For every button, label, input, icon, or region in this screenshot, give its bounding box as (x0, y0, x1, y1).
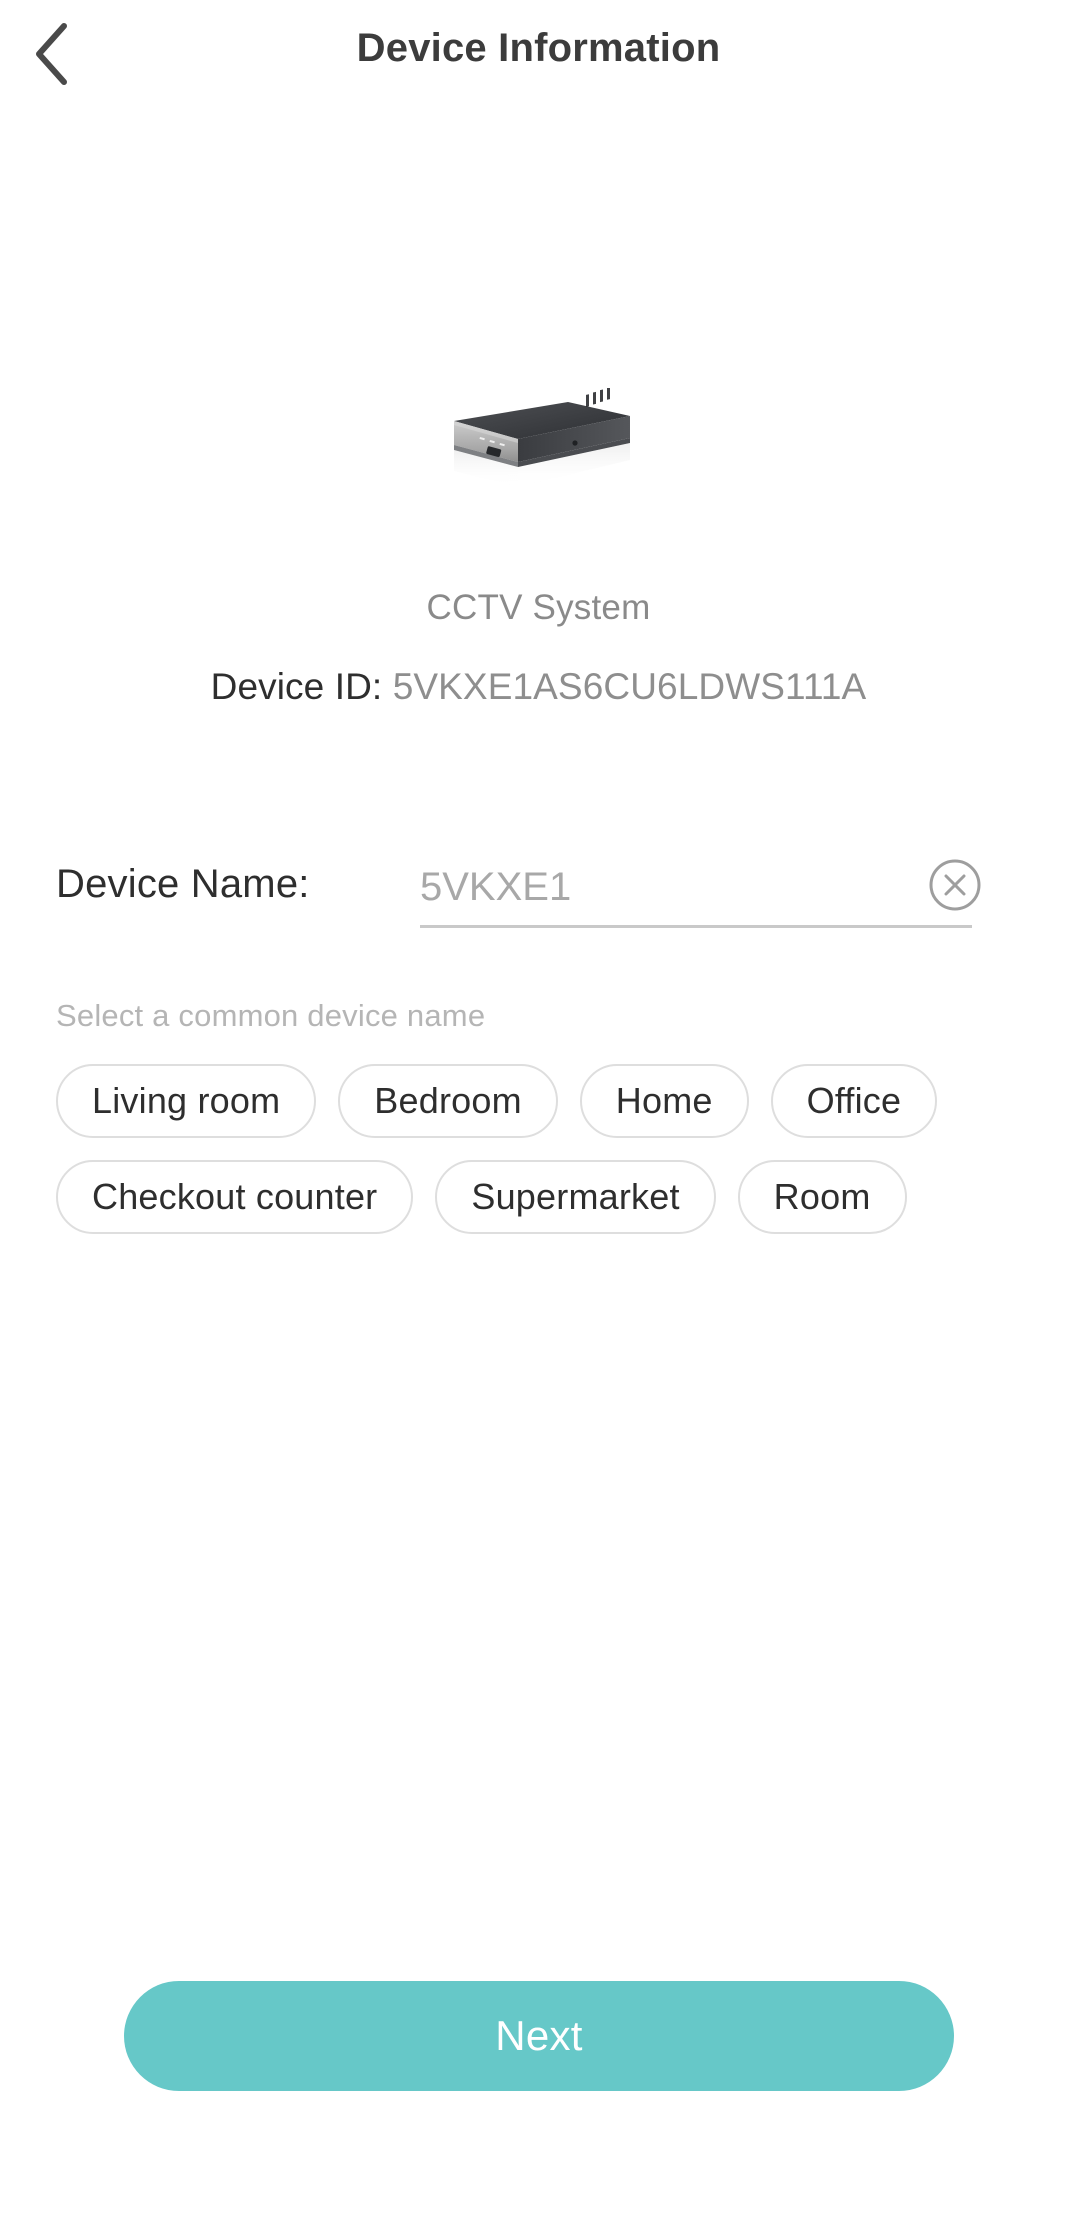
clear-circle-x-icon (927, 857, 983, 913)
suggestion-chip[interactable]: Home (579, 1064, 749, 1138)
clear-input-button[interactable] (920, 850, 990, 920)
device-id-value: 5VKXE1AS6CU6LDWS111A (392, 666, 867, 707)
device-information-screen: Device Information CCTV System Device ID… (0, 0, 1077, 2216)
device-type-label: CCTV System (426, 588, 651, 627)
suggestion-chip[interactable]: Bedroom (338, 1064, 558, 1138)
app-header: Device Information (0, 0, 1077, 108)
suggestion-chip[interactable]: Checkout counter (56, 1160, 414, 1234)
page-title: Device Information (356, 26, 721, 70)
suggestion-chip-list: Living room Bedroom Home Office Checkout… (56, 1064, 1016, 1234)
device-name-input[interactable] (420, 854, 890, 920)
device-name-row: Device Name: (0, 848, 1077, 948)
suggestion-chip[interactable]: Office (770, 1064, 938, 1138)
suggestions-hint: Select a common device name (56, 998, 486, 1033)
device-image (0, 388, 1077, 498)
suggestion-chip[interactable]: Living room (56, 1064, 317, 1138)
device-name-field (420, 848, 981, 946)
input-underline (420, 925, 972, 928)
next-button[interactable]: Next (124, 1981, 954, 2091)
device-id-label: Device ID: (210, 666, 383, 707)
device-name-label: Device Name: (56, 862, 310, 906)
suggestion-chip[interactable]: Room (737, 1160, 907, 1234)
suggestion-chip[interactable]: Supermarket (435, 1160, 716, 1234)
device-id-row: Device ID: 5VKXE1AS6CU6LDWS111A (0, 666, 1077, 708)
nvr-recorder-device-image (436, 388, 642, 492)
